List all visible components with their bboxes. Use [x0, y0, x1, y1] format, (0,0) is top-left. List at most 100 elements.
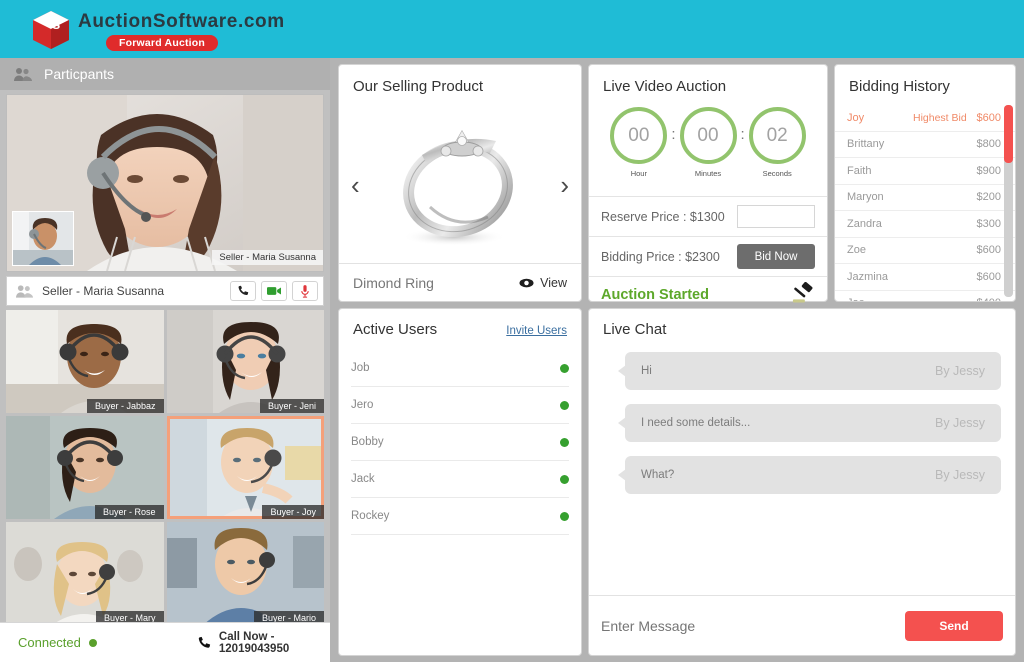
- participant-video-feed: [166, 522, 324, 625]
- bid-name: Zoe: [847, 244, 866, 257]
- seller-name-label: Seller - Maria Susanna: [42, 284, 165, 298]
- main-content: Our Selling Product ‹ › Dimond Ring View…: [330, 58, 1024, 662]
- live-auction-title: Live Video Auction: [603, 78, 727, 95]
- view-label: View: [540, 275, 567, 290]
- bid-amount: $400: [977, 297, 1001, 301]
- bid-amount: $300: [976, 217, 1001, 230]
- participant-label: Buyer - Jabbaz: [86, 399, 164, 413]
- participants-title: Particpants: [44, 66, 115, 82]
- active-users-header: Active Users Invite Users: [339, 309, 581, 338]
- auction-countdown-timer: 00 Hour : 00 Minutes : 02 Seconds: [589, 107, 827, 178]
- auction-status-label: Auction Started: [601, 287, 709, 303]
- svg-text:s: s: [52, 16, 60, 33]
- bid-amount: $200: [976, 191, 1001, 204]
- product-footer: Dimond Ring View: [339, 263, 581, 301]
- participant-video-feed: [6, 416, 164, 519]
- participant-video-feed: [6, 522, 164, 625]
- timer-seconds: 02 Seconds: [748, 107, 806, 178]
- participant-tile[interactable]: Buyer - Mario: [166, 522, 324, 625]
- online-status-dot: [560, 511, 569, 521]
- chat-message-author: By Jessy: [934, 416, 985, 430]
- active-user-row[interactable]: Bobby: [351, 424, 569, 461]
- main-video-label: Seller - Maria Susanna: [212, 250, 323, 265]
- participant-tile[interactable]: Buyer - Jeni: [166, 310, 324, 413]
- phone-icon[interactable]: [230, 281, 256, 301]
- timer-hours-value: 00: [610, 107, 668, 164]
- mic-icon[interactable]: [292, 281, 318, 301]
- self-view-feed: [13, 212, 73, 265]
- bid-row[interactable]: Joe $400: [835, 291, 1015, 301]
- bid-name: Joe: [847, 297, 913, 301]
- product-image-diamond-ring[interactable]: [370, 111, 550, 251]
- chat-composer: Send: [589, 595, 1015, 655]
- bid-now-button[interactable]: Bid Now: [737, 244, 815, 269]
- online-status-dot: [560, 363, 569, 373]
- bidding-history-scrollbar[interactable]: [1004, 105, 1013, 297]
- active-user-name: Bobby: [351, 436, 384, 448]
- bid-row[interactable]: Zoe $600: [835, 238, 1015, 264]
- carousel-prev-arrow[interactable]: ‹: [351, 172, 360, 198]
- bidding-price-row: Bidding Price : $2300 Bid Now: [589, 236, 827, 276]
- bid-row[interactable]: Jazmina $600: [835, 264, 1015, 291]
- timer-separator: :: [671, 126, 676, 143]
- self-view-thumbnail[interactable]: [12, 211, 74, 266]
- participant-tile-selected[interactable]: Buyer - Joy: [166, 416, 324, 519]
- bid-amount: $600: [976, 270, 1001, 283]
- chat-message: Hi By Jessy: [618, 352, 1001, 390]
- bid-row[interactable]: Zandra $300: [835, 211, 1015, 238]
- live-chat-title: Live Chat: [603, 321, 667, 338]
- active-user-name: Job: [351, 362, 370, 374]
- online-status-dot: [560, 400, 569, 410]
- selling-product-title: Our Selling Product: [353, 78, 484, 95]
- bidding-history-card: Bidding History Joy Highest Bid $600 Bri…: [834, 64, 1016, 302]
- invite-users-link[interactable]: Invite Users: [506, 325, 567, 337]
- top-header-bar: a s AuctionSoftware.com Forward Auction: [0, 0, 1024, 58]
- bid-row[interactable]: Joy Highest Bid $600: [835, 105, 1015, 132]
- product-name: Dimond Ring: [353, 274, 434, 291]
- bidding-history-list: Joy Highest Bid $600 Brittany $800 Faith…: [835, 105, 1015, 301]
- bid-name: Joy: [847, 111, 865, 124]
- participant-video-feed: [166, 310, 324, 413]
- seller-control-row: Seller - Maria Susanna: [6, 276, 324, 306]
- send-message-button[interactable]: Send: [905, 610, 1003, 641]
- video-icon[interactable]: [261, 281, 287, 301]
- bid-row[interactable]: Faith $900: [835, 158, 1015, 185]
- active-users-list: Job Jero Bobby Jack Rockey: [339, 350, 581, 535]
- timer-separator: :: [740, 126, 745, 143]
- carousel-next-arrow[interactable]: ›: [560, 172, 569, 198]
- scrollbar-thumb[interactable]: [1004, 105, 1013, 163]
- people-icon: [16, 284, 33, 298]
- active-users-card: Active Users Invite Users Job Jero Bobby…: [338, 308, 582, 656]
- active-user-row[interactable]: Job: [351, 350, 569, 387]
- participant-label: Buyer - Rose: [94, 505, 164, 519]
- participant-tile[interactable]: Buyer - Rose: [6, 416, 164, 519]
- call-now-link[interactable]: Call Now - 12019043950: [197, 631, 330, 655]
- connection-status-dot: [88, 638, 97, 647]
- online-status-dot: [560, 437, 569, 447]
- brand-badge: Forward Auction: [106, 35, 219, 51]
- reserve-price-input[interactable]: [737, 205, 815, 228]
- active-user-row[interactable]: Rockey: [351, 498, 569, 535]
- view-product-link[interactable]: View: [519, 276, 567, 290]
- sidebar-footer: Connected Call Now - 12019043950: [0, 622, 330, 662]
- timer-minutes-label: Minutes: [694, 169, 722, 178]
- bid-row[interactable]: Brittany $800: [835, 132, 1015, 158]
- participant-label: Buyer - Jeni: [259, 399, 324, 413]
- bid-row[interactable]: Maryon $200: [835, 185, 1015, 211]
- participant-tile[interactable]: Buyer - Jabbaz: [6, 310, 164, 413]
- main-video-tile[interactable]: Seller - Maria Susanna: [6, 94, 324, 272]
- bidding-history-title: Bidding History: [849, 78, 950, 95]
- timer-seconds-label: Seconds: [762, 169, 792, 178]
- brand-logo[interactable]: a s AuctionSoftware.com Forward Auction: [30, 9, 285, 51]
- participant-label: Buyer - Joy: [262, 505, 324, 519]
- participant-video-feed: [6, 310, 164, 413]
- live-auction-card: Live Video Auction 00 Hour : 00 Minutes …: [588, 64, 828, 303]
- active-user-row[interactable]: Jero: [351, 387, 569, 424]
- chat-message-input[interactable]: [601, 617, 905, 634]
- active-user-row[interactable]: Jack: [351, 461, 569, 498]
- bid-amount: $800: [976, 138, 1001, 151]
- participants-sidebar: Particpants Seller - Maria Susanna Selle…: [0, 58, 330, 662]
- svg-text:a: a: [42, 23, 51, 40]
- participant-tile[interactable]: Buyer - Mary: [6, 522, 164, 625]
- chat-message: What? By Jessy: [618, 456, 1001, 494]
